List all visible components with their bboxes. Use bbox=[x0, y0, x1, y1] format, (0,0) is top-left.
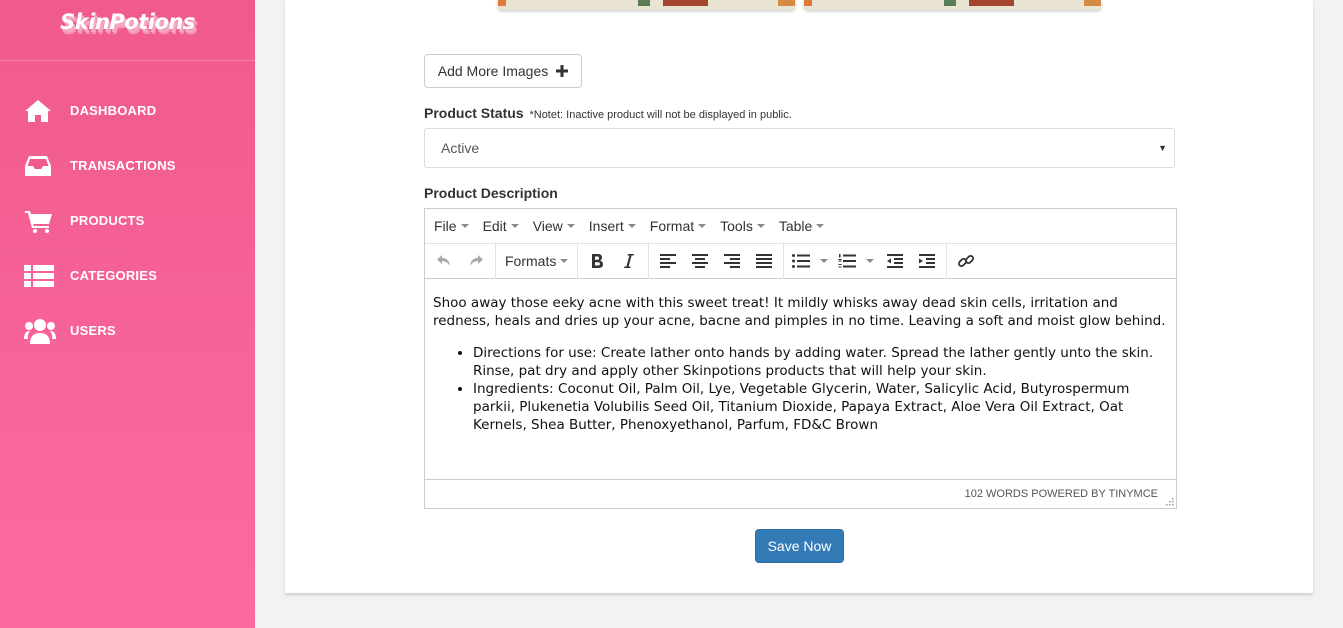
formats-label: Formats bbox=[505, 253, 557, 269]
outdent-icon[interactable] bbox=[879, 247, 911, 275]
editor-content[interactable]: Shoo away those eeky acne with this swee… bbox=[425, 279, 1176, 479]
menu-view[interactable]: View bbox=[526, 218, 582, 234]
sidebar-item-categories[interactable]: CATEGORIES bbox=[0, 248, 255, 303]
menu-label: Table bbox=[778, 218, 813, 234]
list-item: Ingredients: Coconut Oil, Palm Oil, Lye,… bbox=[473, 380, 1167, 434]
editor-toolbar: Formats bbox=[425, 243, 1176, 279]
users-icon bbox=[24, 317, 56, 345]
brand-logo[interactable]: SkinPotions bbox=[60, 10, 195, 34]
sidebar-item-dashboard[interactable]: DASHBOARD bbox=[0, 83, 255, 138]
save-now-button[interactable]: Save Now bbox=[755, 529, 844, 563]
menu-tools[interactable]: Tools bbox=[713, 218, 772, 234]
menu-file[interactable]: File bbox=[427, 218, 476, 234]
menu-insert[interactable]: Insert bbox=[582, 218, 643, 234]
caret-down-icon bbox=[816, 224, 825, 228]
caret-down-icon bbox=[560, 259, 569, 263]
menu-edit[interactable]: Edit bbox=[476, 218, 526, 234]
link-icon[interactable] bbox=[950, 247, 982, 275]
caret-down-icon bbox=[460, 224, 469, 228]
sidebar-item-label: CATEGORIES bbox=[70, 268, 157, 283]
product-description-label: Product Description bbox=[424, 185, 558, 201]
sidebar-nav: DASHBOARD TRANSACTIONS PRODUCTS CATEGORI… bbox=[0, 61, 255, 358]
sidebar-item-label: TRANSACTIONS bbox=[70, 158, 176, 173]
menu-label: View bbox=[532, 218, 563, 234]
inbox-icon bbox=[24, 152, 56, 180]
formats-dropdown[interactable]: Formats bbox=[499, 247, 574, 275]
product-image-thumbnail[interactable] bbox=[804, 0, 1101, 10]
description-paragraph: Shoo away those eeky acne with this swee… bbox=[433, 295, 1166, 329]
undo-icon[interactable] bbox=[428, 247, 460, 275]
align-right-icon[interactable] bbox=[716, 247, 748, 275]
menu-label: Edit bbox=[482, 218, 507, 234]
align-justify-icon[interactable] bbox=[748, 247, 780, 275]
align-center-icon[interactable] bbox=[684, 247, 716, 275]
shopping-cart-icon bbox=[24, 207, 56, 235]
product-status-select[interactable]: Active ▼ bbox=[424, 128, 1175, 168]
redo-icon[interactable] bbox=[460, 247, 492, 275]
menu-label: Tools bbox=[720, 218, 753, 234]
product-form-card: Add More Images Product Status *Notet: I… bbox=[285, 0, 1313, 593]
sidebar: SkinPotions DASHBOARD TRANSACTIONS PRODU… bbox=[0, 0, 255, 628]
sidebar-item-label: PRODUCTS bbox=[70, 213, 145, 228]
product-image-thumbnail[interactable] bbox=[498, 0, 795, 10]
caret-down-icon bbox=[866, 259, 875, 263]
editor-statusbar: 102 WORDS POWERED BY TINYMCE bbox=[425, 479, 1176, 508]
history-group bbox=[425, 243, 496, 279]
link-group bbox=[947, 244, 985, 279]
product-status-label-row: Product Status *Notet: Inactive product … bbox=[424, 105, 792, 121]
sidebar-item-products[interactable]: PRODUCTS bbox=[0, 193, 255, 248]
text-style-group bbox=[578, 243, 650, 279]
caret-down-icon bbox=[820, 259, 829, 263]
sidebar-item-transactions[interactable]: TRANSACTIONS bbox=[0, 138, 255, 193]
description-bullet-list: Directions for use: Create lather onto h… bbox=[433, 344, 1167, 434]
product-status-label: Product Status bbox=[424, 105, 524, 121]
caret-down-icon bbox=[566, 224, 575, 228]
menu-label: Format bbox=[649, 218, 695, 234]
indent-icon[interactable] bbox=[911, 247, 943, 275]
caret-down-icon bbox=[756, 224, 765, 228]
list-group bbox=[784, 243, 948, 279]
bullet-list-icon[interactable] bbox=[787, 247, 833, 275]
add-more-images-button[interactable]: Add More Images bbox=[424, 54, 582, 88]
bold-icon[interactable] bbox=[581, 247, 613, 275]
word-count-status: 102 WORDS POWERED BY TINYMCE bbox=[964, 488, 1158, 500]
home-icon bbox=[24, 97, 56, 125]
brand-header: SkinPotions bbox=[0, 0, 255, 61]
add-more-images-label: Add More Images bbox=[437, 63, 549, 79]
menu-format[interactable]: Format bbox=[643, 218, 713, 234]
caret-down-icon bbox=[627, 224, 636, 228]
caret-down-icon: ▼ bbox=[1158, 143, 1167, 153]
alignment-group bbox=[649, 243, 785, 279]
editor-menubar: File Edit View Insert Format Tools Table bbox=[425, 209, 1176, 244]
caret-down-icon bbox=[698, 224, 707, 228]
align-left-icon[interactable] bbox=[652, 247, 684, 275]
sidebar-item-label: DASHBOARD bbox=[70, 103, 157, 118]
list-item: Directions for use: Create lather onto h… bbox=[473, 344, 1167, 380]
resize-handle-icon[interactable] bbox=[1165, 497, 1174, 506]
product-status-value: Active bbox=[441, 140, 480, 156]
product-status-note: *Notet: Inactive product will not be dis… bbox=[529, 109, 792, 121]
formats-group: Formats bbox=[496, 243, 579, 279]
italic-icon[interactable] bbox=[613, 247, 645, 275]
menu-label: File bbox=[434, 218, 457, 234]
rich-text-editor: File Edit View Insert Format Tools Table… bbox=[424, 208, 1177, 509]
sidebar-item-label: USERS bbox=[70, 323, 116, 338]
plus-icon bbox=[556, 64, 569, 78]
menu-table[interactable]: Table bbox=[772, 218, 831, 234]
list-icon bbox=[24, 262, 56, 290]
caret-down-icon bbox=[510, 224, 519, 228]
sidebar-item-users[interactable]: USERS bbox=[0, 303, 255, 358]
numbered-list-icon[interactable] bbox=[833, 247, 879, 275]
menu-label: Insert bbox=[588, 218, 624, 234]
